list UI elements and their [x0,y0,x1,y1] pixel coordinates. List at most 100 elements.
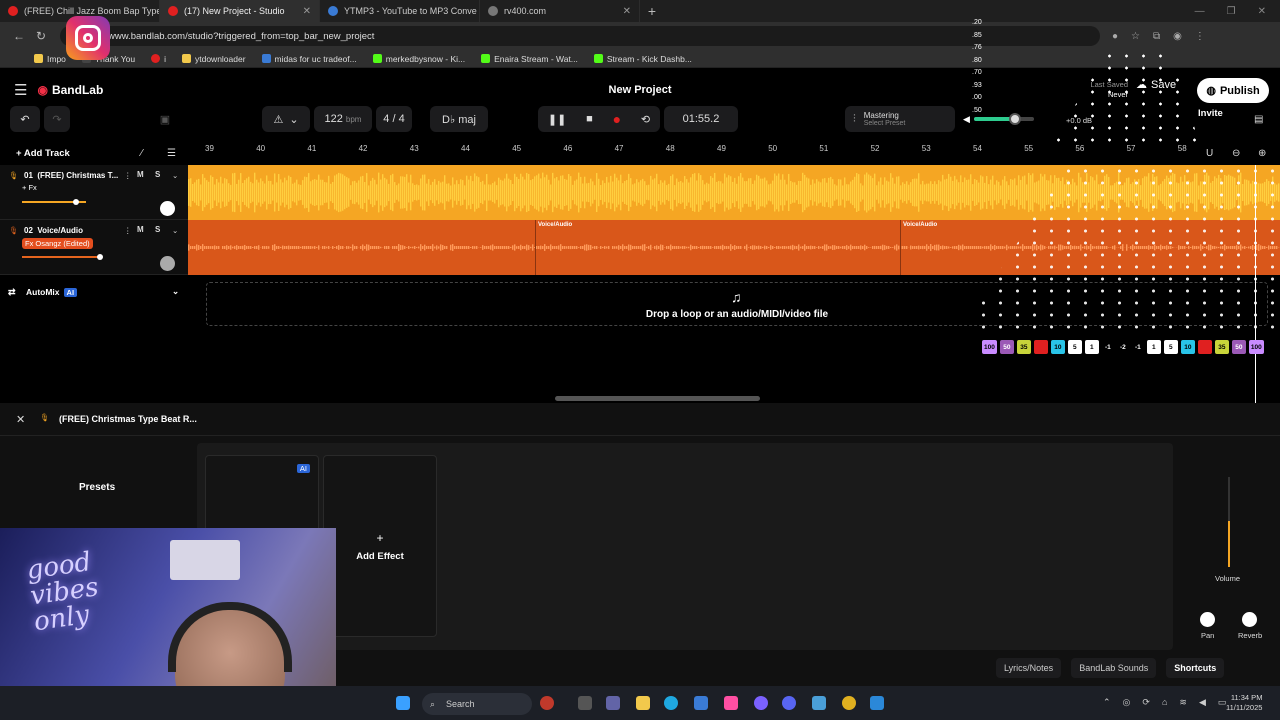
clock[interactable]: 11:34 PM 11/11/2025 [1226,693,1262,713]
solo-button[interactable]: S [155,225,160,234]
master-volume[interactable]: ◀ [963,113,1041,125]
redo-button[interactable]: ↷ [44,106,70,132]
track-lane-2[interactable]: Voice/Audio Voice/Audio [188,220,1280,275]
bookmark-item[interactable]: midas for uc tradeof... [261,54,357,64]
track-name[interactable]: (FREE) Christmas T... [37,171,118,180]
lyrics-notes-button[interactable]: Lyrics/Notes [996,658,1062,678]
fx-preset-tag[interactable]: Fx Osangz (Edited) [22,238,93,249]
tempo-field[interactable]: 122 bpm [314,106,372,132]
track-volume-slider[interactable] [22,254,103,260]
tray-app-icon[interactable]: ⟳ [1142,697,1150,708]
track-volume-knob[interactable] [73,199,80,205]
chrome-icon[interactable] [842,696,856,710]
volume-icon[interactable]: ◀ [1199,697,1206,708]
mastering-button[interactable]: ⫶ Mastering Select Preset [845,106,955,132]
bookmark-item[interactable]: Stream - Kick Dashb... [593,54,692,64]
browser-tab-2[interactable]: (17) New Project - Studio ✕ [160,0,320,22]
track-header-1[interactable]: 🎙 01 (FREE) Christmas T... ⋮ M S ⌄ + Fx [0,165,188,220]
copilot-icon[interactable] [754,696,768,710]
mic-icon[interactable]: ● [1112,31,1118,42]
notepad-icon[interactable] [812,696,826,710]
project-title[interactable]: New Project [540,84,740,96]
pan-knob[interactable] [1200,612,1215,627]
extensions-icon[interactable]: ⧉ [1153,31,1160,42]
bandlab-sounds-button[interactable]: BandLab Sounds [1071,658,1157,678]
drop-zone[interactable]: ♫ Drop a loop or an audio/MIDI/video fil… [206,282,1268,326]
horizontal-scrollbar[interactable] [555,396,760,401]
browser-tab-3[interactable]: YTMP3 - YouTube to MP3 Conve✕ [320,0,480,22]
mute-button[interactable]: M [137,170,144,179]
url-field[interactable]: www.bandlab.com/studio?triggered_from=to… [60,26,1100,46]
close-tab-icon[interactable]: ✕ [623,6,631,17]
profile-icon[interactable]: ◉ [1173,31,1182,42]
volume-slider[interactable] [1228,477,1230,567]
bookmark-item[interactable]: i [151,54,166,64]
undo-button[interactable]: ↶ [10,106,40,132]
close-tab-icon[interactable]: ✕ [303,6,311,17]
more-icon[interactable]: ⋮ [124,171,132,180]
filter-icon[interactable]: ☰ [167,148,176,159]
add-effect-button[interactable]: + Add Effect [323,455,437,637]
invite-button[interactable]: Invite [1198,108,1223,119]
key-field[interactable]: D♭ maj [430,106,488,132]
track-volume-slider[interactable] [22,199,86,205]
bookmark-item[interactable]: merkedbysnow - Ki... [372,54,465,64]
bookmark-item[interactable]: Enaira Stream - Wat... [481,54,578,64]
loop-icon[interactable]: ⟲ [641,113,650,126]
store-icon[interactable] [694,696,708,710]
bandlab-logo[interactable]: ◉ BandLab [37,83,103,97]
star-icon[interactable]: ☆ [1131,31,1140,42]
taskview-icon[interactable] [578,696,592,710]
more-icon[interactable]: ⋮ [124,226,132,235]
edge-icon[interactable] [664,696,678,710]
solo-button[interactable]: S [155,170,160,179]
bookmark-item[interactable]: Impo [34,54,66,64]
track-lane-1[interactable] [188,165,1280,220]
stop-icon[interactable]: ■ [586,113,593,125]
grid-button[interactable]: ▣ [152,106,178,132]
discord-icon[interactable] [782,696,796,710]
record-icon[interactable]: ● [613,111,621,127]
tray-app-icon[interactable]: ◎ [1123,697,1131,708]
bookmark-item[interactable]: ytdownloader [181,54,246,64]
minimize-icon[interactable]: — [1195,6,1205,17]
magnet-icon[interactable]: U [1206,148,1213,159]
pan-knob[interactable] [160,256,175,271]
browser-tab-4[interactable]: rv400.com ✕ [480,0,640,22]
shortcuts-button[interactable]: Shortcuts [1166,658,1225,678]
app-icon[interactable] [724,696,738,710]
close-icon[interactable]: ✕ [16,413,25,426]
add-track-button[interactable]: + Add Track [16,148,70,159]
tray-app-icon[interactable]: ⌂ [1162,697,1167,708]
zoom-in-icon[interactable]: ⊕ [1258,148,1266,159]
file-explorer-icon[interactable] [636,696,650,710]
back-icon[interactable]: ← [8,29,30,43]
new-tab-button[interactable]: + [640,3,664,19]
windows-start-icon[interactable] [396,696,410,710]
metronome-button[interactable]: ⚠ ⌄ [262,106,310,132]
automix-row[interactable]: ⇄ AutoMix AI ⌄ [0,282,188,302]
reload-icon[interactable]: ↻ [30,29,52,43]
taskbar-app-icon[interactable] [540,696,554,710]
chevron-down-icon[interactable]: ⌄ [172,171,178,180]
add-fx-button[interactable]: + Fx [22,183,37,192]
teams-icon[interactable] [606,696,620,710]
chevron-up-icon[interactable]: ⌃ [1103,697,1111,708]
pan-knob[interactable] [160,201,175,216]
chevron-down-icon[interactable]: ⌄ [172,286,179,297]
menu-icon[interactable]: ⋮ [1195,31,1205,42]
playhead[interactable] [1255,165,1256,403]
menu-icon[interactable]: ☰ [14,81,27,99]
chevron-down-icon[interactable]: ⌄ [172,226,178,235]
track-header-2[interactable]: 🎙 02 Voice/Audio ⋮ M S ⌄ Fx Osangz (Edit… [0,220,188,275]
pause-icon[interactable]: ❚❚ [548,113,566,126]
close-window-icon[interactable]: ✕ [1258,6,1266,17]
restore-icon[interactable]: ❐ [1227,6,1236,17]
track-name[interactable]: Voice/Audio [37,226,83,235]
photos-icon[interactable] [870,696,884,710]
mute-button[interactable]: M [137,225,144,234]
panel-icon[interactable]: ▤ [1254,114,1263,125]
publish-button[interactable]: ◍ Publish [1197,78,1269,103]
master-volume-knob[interactable] [1008,113,1021,125]
wand-icon[interactable]: ⁄ [141,148,143,159]
